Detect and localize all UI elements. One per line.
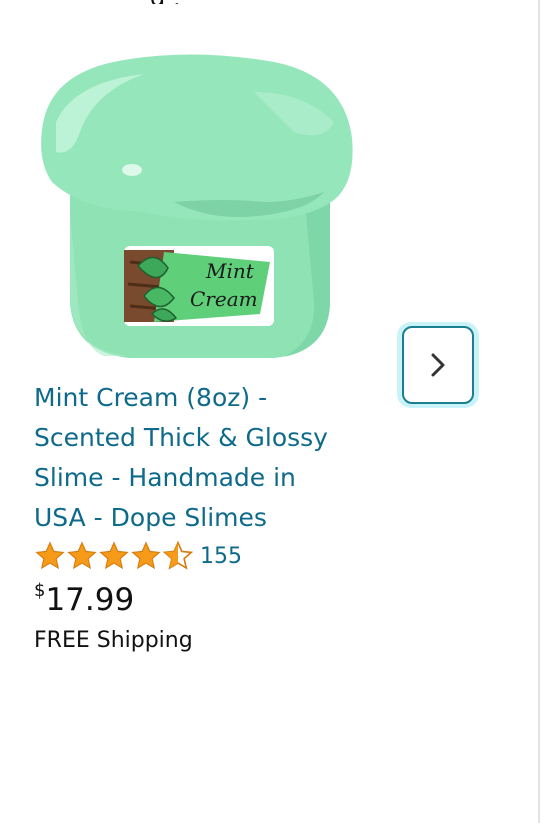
star-full-icon [99,541,129,570]
carousel-next-button-inner[interactable] [402,326,474,404]
price-value: 17.99 [45,582,135,618]
shipping-text: FREE Shipping [34,628,193,653]
star-full-icon [67,541,97,570]
carousel-next-button[interactable] [397,322,479,408]
rating-count-link[interactable]: 155 [200,544,242,569]
star-half-icon [162,540,194,570]
chevron-right-icon [431,353,445,377]
previous-item-text-cropped: g , [150,0,350,4]
star-rating [34,540,194,572]
label-word-1: Mint [205,259,255,283]
price-currency-symbol: $ [34,580,46,601]
star-full-icon [131,541,161,570]
panel-divider [538,0,540,823]
star-full-icon [35,541,65,570]
rating-row[interactable]: 155 [34,538,242,574]
label-word-2: Cream [190,287,258,311]
product-title-link[interactable]: Mint Cream (8oz) - Scented Thick & Gloss… [34,378,354,538]
product-image[interactable]: Mint Cream [34,52,356,370]
price: $17.99 [34,580,134,618]
